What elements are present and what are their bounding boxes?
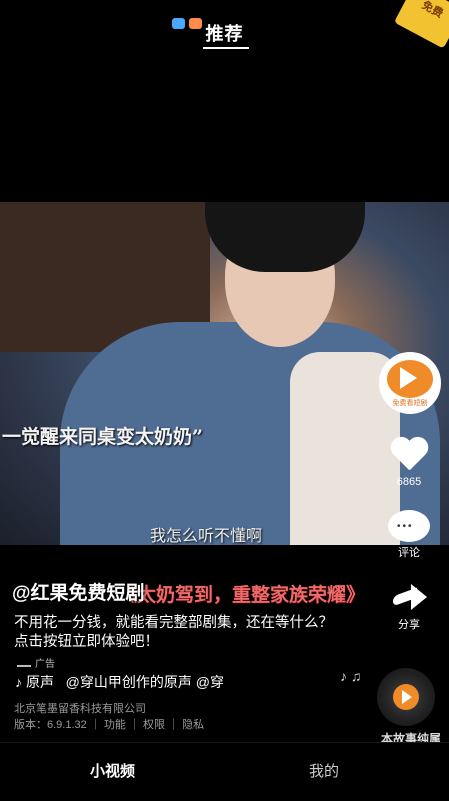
bottom-nav: 小视频 我的	[0, 742, 449, 801]
play-icon	[400, 367, 417, 389]
video-title-caption: 一觉醒来同桌变太奶奶”	[2, 426, 203, 448]
video-subtitle: 我怎么听不懂啊	[150, 528, 263, 545]
share-button[interactable]: 分享	[384, 580, 434, 632]
comment-label: 评论	[398, 547, 420, 559]
music-label: 原声	[26, 674, 54, 690]
ad-label-text: 广告	[35, 659, 55, 670]
disc-play-icon	[402, 690, 412, 704]
ad-wave-icon	[17, 659, 31, 667]
like-count: 6865	[396, 476, 422, 488]
tiktok-note-icon: ♪	[15, 674, 22, 690]
ad-label: 广告	[17, 655, 55, 670]
avatar-caption: 免费看短剧	[392, 400, 428, 407]
version-info[interactable]: 版本：6.9.1.32 ｜ 功能 ｜ 权限 ｜ 隐私	[14, 716, 204, 732]
nav-me[interactable]: 我的	[309, 760, 339, 781]
disc-logo	[393, 684, 419, 710]
active-tab-indicator	[203, 47, 249, 49]
heart-icon	[389, 438, 429, 474]
floating-notes-icon: ♪ ♫	[340, 668, 362, 684]
music-text: @穿山甲创作的原声 @穿	[65, 674, 224, 690]
comment-icon: •••	[388, 510, 430, 542]
comment-button[interactable]: ••• 评论	[384, 510, 434, 560]
author-tag[interactable]: @红果免费短剧	[12, 578, 145, 605]
share-label: 分享	[398, 619, 420, 631]
tab-recommend[interactable]: 推荐	[0, 20, 449, 46]
creator-avatar[interactable]: 免费看短剧	[379, 352, 441, 414]
like-button[interactable]: 6865	[384, 438, 434, 488]
ad-description: 不用花一分钱，就能看完整部剧集，还在等什么？点击按钮立即体验吧！	[14, 615, 333, 650]
share-icon	[389, 580, 429, 614]
music-disc[interactable]	[377, 668, 435, 726]
nav-home[interactable]: 小视频	[90, 760, 135, 781]
music-row[interactable]: ♪ 原声 @穿山甲创作的原声 @穿	[15, 672, 285, 692]
company-name: 北京笔墨留香科技有限公司	[14, 703, 146, 715]
